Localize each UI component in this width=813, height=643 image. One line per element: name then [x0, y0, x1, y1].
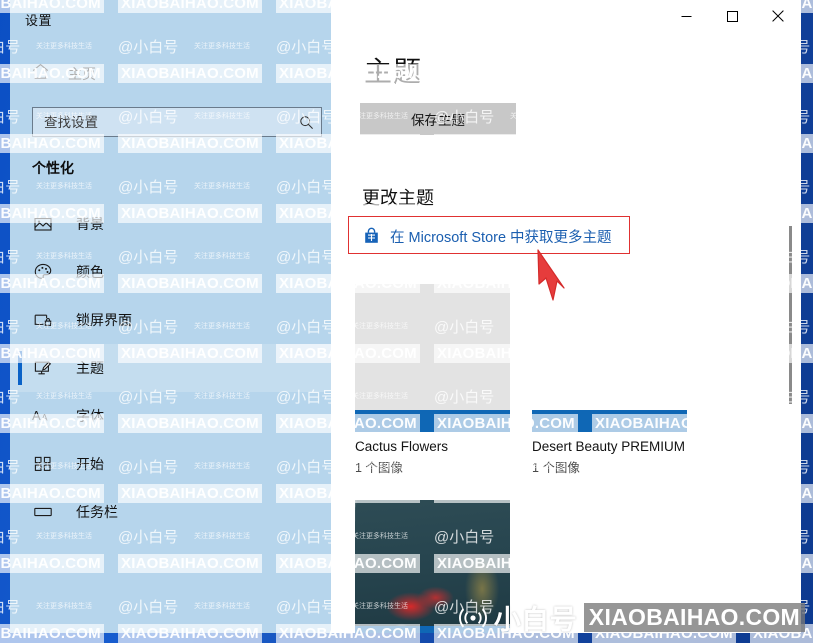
sidebar-item-lockscreen-label: 锁屏界面 — [76, 312, 132, 328]
get-more-themes-store-link[interactable]: 在 Microsoft Store 中获取更多主题 — [362, 224, 612, 248]
site-watermark-logo: 小白号 XIAOBAIHAO.COM — [458, 598, 805, 637]
sidebar-item-colors-label: 颜色 — [76, 264, 104, 280]
page-title: 主题 — [364, 56, 423, 87]
theme-name: Cactus Flowers — [355, 439, 449, 454]
broadcast-wave-icon — [458, 608, 487, 627]
theme-accent-band — [532, 410, 687, 432]
sidebar-item-background-label: 背景 — [76, 216, 104, 232]
maximize-button[interactable] — [709, 0, 755, 32]
sidebar-section-title: 个性化 — [32, 160, 74, 176]
get-more-themes-store-link-label: 在 Microsoft Store 中获取更多主题 — [390, 229, 612, 246]
font-icon: A A — [32, 405, 54, 427]
search-input[interactable] — [33, 108, 291, 136]
sidebar-nav-list: 背景 颜色 锁屏界面 主题 A A 字体 开始 任务栏 — [10, 200, 331, 536]
search-box[interactable] — [32, 107, 322, 137]
home-icon — [31, 62, 50, 86]
theme-row: Cactus Flowers 1 个图像 Desert Beauty PREMI… — [355, 284, 775, 476]
sidebar-item-lockscreen[interactable]: 锁屏界面 — [10, 296, 331, 344]
search-icon[interactable] — [291, 108, 321, 136]
save-theme-button[interactable]: 保存主题 — [360, 103, 516, 135]
sidebar-item-home-label: 主页 — [68, 66, 96, 82]
window-controls — [663, 0, 801, 32]
theme-image-count: 1 个图像 — [532, 461, 580, 475]
lockscreen-icon — [32, 309, 54, 331]
theme-grid: Cactus Flowers 1 个图像 Desert Beauty PREMI… — [355, 284, 775, 633]
sidebar-item-themes[interactable]: 主题 — [10, 344, 331, 392]
sidebar-item-taskbar-label: 任务栏 — [76, 504, 118, 520]
change-theme-heading: 更改主题 — [362, 188, 434, 208]
taskbar-icon — [32, 501, 54, 523]
window-titlebar[interactable] — [10, 0, 801, 32]
theme-brush-icon — [32, 357, 54, 379]
close-button[interactable] — [755, 0, 801, 32]
site-watermark-name: 小白号 — [493, 605, 578, 635]
sidebar-item-fonts-label: 字体 — [76, 408, 104, 424]
settings-window: 设置 主页 个性化 — [10, 0, 801, 633]
theme-thumbnail[interactable] — [355, 284, 510, 432]
picture-icon — [32, 213, 54, 235]
sidebar-item-fonts[interactable]: A A 字体 — [10, 392, 331, 440]
sidebar: 设置 主页 个性化 — [10, 0, 331, 633]
sidebar-item-start[interactable]: 开始 — [10, 440, 331, 488]
theme-name: Desert Beauty PREMIUM — [532, 439, 686, 454]
svg-text:A: A — [32, 408, 41, 423]
content-scrollbar[interactable] — [785, 36, 797, 596]
minimize-button[interactable] — [663, 0, 709, 32]
microsoft-store-icon — [362, 227, 381, 246]
sidebar-item-background[interactable]: 背景 — [10, 200, 331, 248]
theme-card[interactable]: Desert Beauty PREMIUM 1 个图像 — [532, 284, 687, 476]
scrollbar-thumb[interactable] — [789, 226, 792, 404]
theme-image-count: 1 个图像 — [355, 461, 403, 475]
desktop-background: 设置 主页 个性化 — [0, 0, 813, 643]
sidebar-item-colors[interactable]: 颜色 — [10, 248, 331, 296]
sidebar-item-themes-label: 主题 — [76, 360, 104, 376]
sidebar-item-taskbar[interactable]: 任务栏 — [10, 488, 331, 536]
sidebar-item-start-label: 开始 — [76, 456, 104, 472]
palette-icon — [32, 261, 54, 283]
start-tiles-icon — [32, 453, 54, 475]
sidebar-item-home[interactable]: 主页 — [22, 58, 322, 90]
svg-text:A: A — [42, 413, 48, 423]
theme-thumbnail[interactable] — [532, 284, 687, 432]
content-pane: 主题 保存主题 更改主题 在 Microsoft Store 中获取更多主题 C… — [331, 0, 801, 633]
site-watermark-domain: XIAOBAIHAO.COM — [583, 603, 805, 632]
theme-accent-band — [355, 410, 510, 432]
theme-card[interactable]: Cactus Flowers 1 个图像 — [355, 284, 510, 476]
